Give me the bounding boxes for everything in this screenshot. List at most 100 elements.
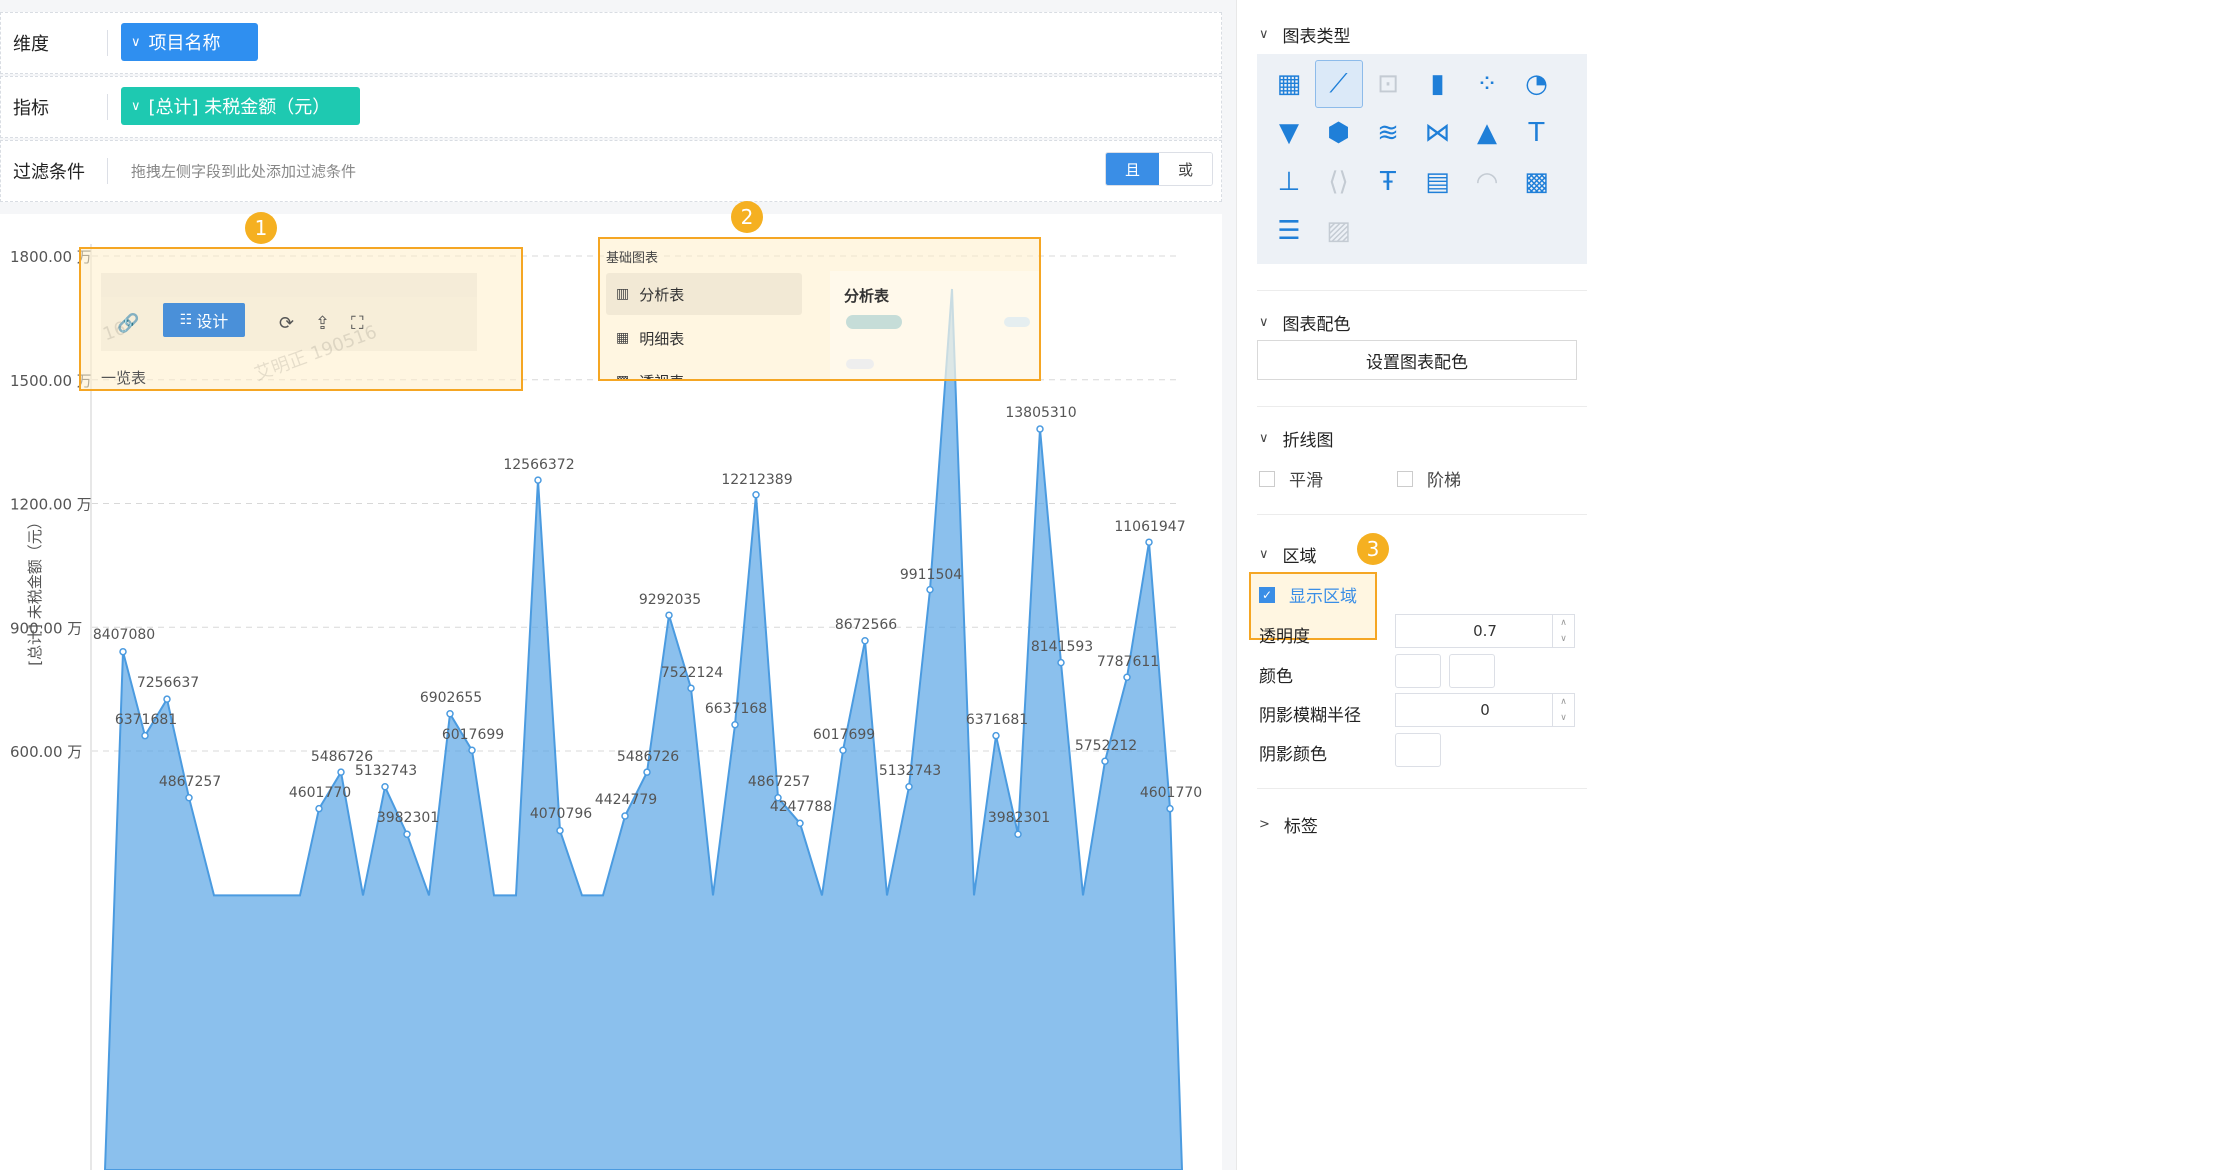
number-stepper[interactable]: ∧ ∨ xyxy=(1552,615,1574,647)
metric-field-pill[interactable]: ∨ [总计] 未税金额（元） xyxy=(121,87,360,125)
blur-radius-label: 阴影模糊半径 xyxy=(1259,706,1361,726)
checkbox-label: 阶梯 xyxy=(1427,471,1461,491)
dimension-field-pill[interactable]: ∨ 项目名称 xyxy=(121,23,258,61)
toolbar-header-bar xyxy=(101,273,477,297)
label-section-header[interactable]: > 标签 xyxy=(1259,812,1318,837)
waterfall-chart-icon[interactable]: ⊥ xyxy=(1265,158,1313,206)
data-label: 4601770 xyxy=(289,785,351,801)
data-label: 9911504 xyxy=(900,567,962,583)
line-chart-icon[interactable]: ⟋ xyxy=(1314,60,1363,108)
area-section-header[interactable]: ∨ 区域 xyxy=(1259,542,1317,567)
parallel-chart-icon[interactable]: ⋈ xyxy=(1414,109,1462,157)
section-title: 图表类型 xyxy=(1282,27,1351,47)
basic-charts-heading: 基础图表 xyxy=(606,251,659,266)
data-label: 5132743 xyxy=(355,763,417,779)
show-area-checkbox[interactable]: ✓ 显示区域 xyxy=(1259,582,1357,607)
radar-chart-icon[interactable]: ⬢ xyxy=(1315,109,1363,157)
pivot-table-icon: ▩ xyxy=(616,373,630,381)
line-chart-section-header[interactable]: ∨ 折线图 xyxy=(1259,426,1334,451)
smooth-checkbox[interactable]: 平滑 xyxy=(1259,466,1323,491)
shadow-color-picker[interactable] xyxy=(1395,733,1441,767)
menu-item-analysis-table[interactable]: ▥ 分析表 xyxy=(606,273,802,315)
funnel-chart-icon[interactable]: ▼ xyxy=(1265,109,1313,157)
data-point xyxy=(141,731,149,740)
callout-badge-2: 2 xyxy=(731,201,763,233)
table-chart-icon[interactable]: ▦ xyxy=(1265,60,1313,108)
kpi-card-icon[interactable]: ⊡ xyxy=(1364,60,1412,108)
filter-logic-toggle: 且 或 xyxy=(1105,152,1213,186)
set-chart-colors-button[interactable]: 设置图表配色 xyxy=(1257,340,1577,380)
data-label: 12566372 xyxy=(503,457,574,473)
export-icon[interactable]: ⇪ xyxy=(315,313,330,334)
word-cloud-icon[interactable]: T xyxy=(1513,109,1561,157)
or-button[interactable]: 或 xyxy=(1159,153,1212,185)
rank-list-icon[interactable]: ☰ xyxy=(1265,207,1313,255)
data-point xyxy=(731,720,739,729)
data-point xyxy=(403,830,411,838)
chevron-down-icon: ∨ xyxy=(1259,27,1269,42)
preview-placeholder xyxy=(846,359,874,369)
section-title: 区域 xyxy=(1282,547,1317,567)
blur-radius-value: 0 xyxy=(1480,701,1490,719)
data-point xyxy=(665,611,673,619)
rich-text-icon[interactable]: Ŧ xyxy=(1364,158,1412,206)
gauge-chart-icon[interactable]: ◠ xyxy=(1463,158,1511,206)
blur-radius-input[interactable]: 0 ∧ ∨ xyxy=(1395,693,1575,727)
section-title: 图表配色 xyxy=(1282,315,1351,335)
scatter-chart-icon[interactable]: ⁘ xyxy=(1463,60,1511,108)
and-button[interactable]: 且 xyxy=(1106,153,1159,185)
map-chart-icon[interactable]: ▲ xyxy=(1463,109,1511,157)
chart-type-grid: ▦ ⟋ ⊡ ▮ ⁘ ◔ ▼ ⬢ ≋ ⋈ ▲ T ⊥ ⟨⟩ Ŧ ▤ ◠ ▩ ☰ ▨ xyxy=(1257,54,1587,264)
chart-type-section-header[interactable]: ∨ 图表类型 xyxy=(1259,22,1351,47)
area-color-picker-2[interactable] xyxy=(1449,654,1495,688)
main-area: 维度 ∨ 项目名称 指标 ∨ [总计] 未税金额（元） 过滤条件 拖拽左侧字段到… xyxy=(0,0,1236,1170)
dimension-row: 维度 ∨ 项目名称 xyxy=(0,12,1222,74)
checkbox[interactable] xyxy=(1259,470,1275,487)
chart-color-section-header[interactable]: ∨ 图表配色 xyxy=(1259,310,1351,335)
data-point xyxy=(315,804,323,813)
data-label: 5486726 xyxy=(617,749,679,765)
data-point xyxy=(337,768,345,776)
step-checkbox[interactable]: 阶梯 xyxy=(1397,466,1461,491)
data-point xyxy=(926,585,934,594)
chevron-down-icon[interactable]: ∨ xyxy=(1560,634,1567,644)
data-point xyxy=(1014,830,1022,838)
data-label: 7522124 xyxy=(661,665,723,681)
preview-placeholder xyxy=(1004,317,1030,327)
sankey-chart-icon[interactable]: ≋ xyxy=(1364,109,1412,157)
opacity-input[interactable]: 0.7 ∧ ∨ xyxy=(1395,614,1575,648)
filter-drop-zone[interactable]: 拖拽左侧字段到此处添加过滤条件 xyxy=(131,161,356,182)
data-label: 6902655 xyxy=(420,690,482,706)
menu-item-pivot-table[interactable]: ▩ 透视表 xyxy=(606,360,802,381)
chevron-up-icon[interactable]: ∧ xyxy=(1560,697,1567,707)
dimension-label: 维度 xyxy=(13,34,49,55)
chevron-down-icon[interactable]: ∨ xyxy=(1560,713,1567,723)
preview-card-title: 分析表 xyxy=(844,287,890,305)
bar-chart-icon[interactable]: ▮ xyxy=(1414,60,1462,108)
design-button-label: 设计 xyxy=(196,312,229,331)
image-widget-icon[interactable]: ▨ xyxy=(1315,207,1363,255)
y-axis-title: [总计] 未税金额（元） xyxy=(26,514,44,665)
data-label: 12212389 xyxy=(721,472,792,488)
refresh-icon[interactable]: ⟳ xyxy=(279,313,294,334)
embed-code-icon[interactable]: ⟨⟩ xyxy=(1315,158,1363,206)
separator xyxy=(107,158,108,184)
check-icon[interactable]: ✓ xyxy=(1259,586,1275,603)
data-label: 6371681 xyxy=(966,712,1028,728)
area-color-picker[interactable] xyxy=(1395,654,1441,688)
grid-table-icon[interactable]: ▩ xyxy=(1513,158,1561,206)
data-point xyxy=(381,783,389,791)
menu-item-detail-table[interactable]: ▦ 明细表 xyxy=(606,317,802,359)
data-label: 7256637 xyxy=(137,675,199,691)
data-label: 5752212 xyxy=(1075,738,1137,754)
menu-item-label: 明细表 xyxy=(639,329,685,348)
divider xyxy=(1257,290,1587,291)
pie-chart-icon[interactable]: ◔ xyxy=(1513,60,1561,108)
number-stepper[interactable]: ∧ ∨ xyxy=(1552,694,1574,726)
y-tick-label: 900.00 万 xyxy=(10,619,82,637)
data-label: 4070796 xyxy=(530,806,592,822)
design-button[interactable]: ☷ 设计 xyxy=(163,303,245,337)
chevron-up-icon[interactable]: ∧ xyxy=(1560,618,1567,628)
checkbox[interactable] xyxy=(1397,470,1413,487)
combo-chart-icon[interactable]: ▤ xyxy=(1414,158,1462,206)
